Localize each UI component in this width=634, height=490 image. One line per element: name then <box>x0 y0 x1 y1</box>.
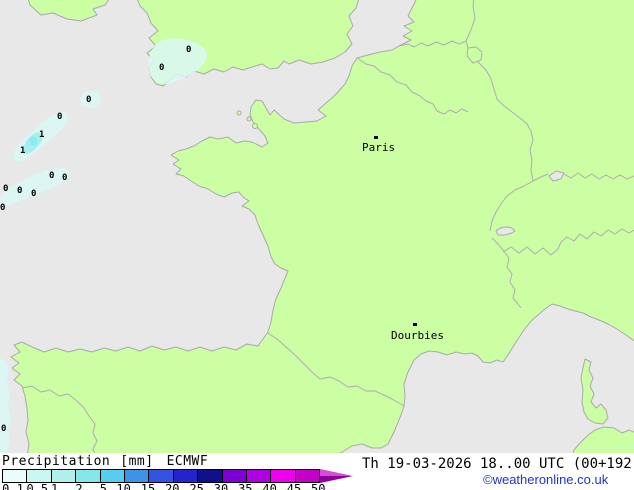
city-marker-dourbies <box>413 323 417 326</box>
colorbar-segment <box>271 470 296 482</box>
map-area: Paris Dourbies 0 0 0 0 1 1 0 0 0 0 0 0 0 <box>0 0 634 455</box>
scale-tick-label: 20 <box>165 482 180 490</box>
colorbar-segment <box>173 470 199 482</box>
precip-value-label: 0 <box>86 95 92 105</box>
scale-tick-label: 0.1 <box>2 482 24 490</box>
city-marker-paris <box>374 136 378 139</box>
precip-patch-dot <box>95 89 99 93</box>
colorbar-segment <box>124 470 150 482</box>
legend-title-model: ECMWF <box>166 454 209 469</box>
scale-tick-label: 25 <box>189 482 204 490</box>
scale-tick-label: 2 <box>75 482 83 490</box>
legend-bar: Precipitation [mm] ECMWF 0.1 0.5 1 2 5 10 15 20 25… <box>0 453 634 490</box>
channel-island <box>246 116 252 122</box>
city-label-dourbies: Dourbies <box>391 329 444 342</box>
scale-tick-label: 40 <box>262 482 277 490</box>
colorbar-segment <box>295 470 320 482</box>
colorbar-segment <box>51 470 77 482</box>
colorbar-segment <box>76 470 101 482</box>
precip-value-label: 0 <box>17 186 23 196</box>
colorbar-overflow-arrow <box>320 469 353 483</box>
precip-value-label: 0 <box>186 45 192 55</box>
scale-tick-label: 30 <box>213 482 229 490</box>
precip-value-label: 0 <box>49 171 55 181</box>
scale-tick-label: 15 <box>140 482 156 490</box>
precip-value-label: 1 <box>20 146 26 156</box>
legend-title: Precipitation [mm] ECMWF <box>2 454 209 470</box>
precip-value-label: 0 <box>159 63 165 73</box>
scale-tick-label: 10 <box>116 482 131 490</box>
precipitation-colorbar <box>2 469 320 483</box>
copyright-link[interactable]: ©weatheronline.co.uk <box>483 472 608 487</box>
colorbar-segment <box>27 470 52 482</box>
scale-tick-label: 5 <box>99 482 107 490</box>
colorbar-segment <box>149 470 174 482</box>
precip-value-label: 0 <box>62 173 68 183</box>
precip-core-bright <box>29 136 37 146</box>
legend-title-units: [mm] <box>120 454 154 469</box>
precip-value-label: 0 <box>0 203 6 213</box>
forecast-datetime: Th 19-03-2026 18..00 UTC (00+192) <box>362 456 634 472</box>
scale-tick-label: 35 <box>238 482 253 490</box>
colorbar-segment <box>222 470 247 482</box>
city-label-paris: Paris <box>362 141 396 154</box>
colorbar-segment <box>246 470 272 482</box>
scale-tick-label: 1 <box>51 482 59 490</box>
precip-value-label: 1 <box>39 130 45 140</box>
scale-tick-label: 45 <box>286 482 302 490</box>
colorbar-segment <box>198 470 223 482</box>
channel-island <box>236 110 242 116</box>
precip-value-label: 0 <box>1 424 7 434</box>
weather-map-app: Paris Dourbies 0 0 0 0 1 1 0 0 0 0 0 0 0 Precipitation… <box>0 0 634 490</box>
colorbar-segment <box>100 470 125 482</box>
scale-tick-label: 0.5 <box>26 482 49 490</box>
channel-island <box>252 123 258 129</box>
france-precipitation-map <box>0 0 634 455</box>
precip-value-label: 0 <box>31 189 37 199</box>
precip-value-label: 0 <box>57 112 63 122</box>
colorbar-segment <box>3 470 28 482</box>
legend-title-parameter: Precipitation <box>2 454 111 470</box>
scale-tick-label: 50 <box>311 482 326 490</box>
precip-value-label: 0 <box>3 184 9 194</box>
